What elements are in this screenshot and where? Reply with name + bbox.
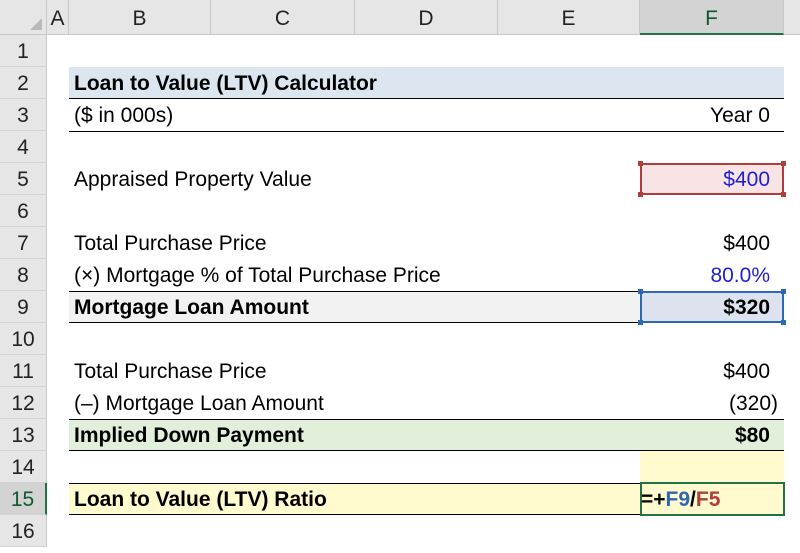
row-header-15[interactable]: 15 [0,483,47,515]
mortgage-amount-label[interactable]: Mortgage Loan Amount [74,291,309,323]
less-mortgage-label[interactable]: (–) Mortgage Loan Amount [74,387,324,419]
row-header-10[interactable]: 10 [0,323,47,355]
row-header-8[interactable]: 8 [0,259,47,291]
row-header-7[interactable]: 7 [0,227,47,259]
less-mortgage-value[interactable]: (320) [640,387,784,419]
row-header-5[interactable]: 5 [0,163,47,195]
column-header-a[interactable]: A [47,0,69,35]
row-header-14[interactable]: 14 [0,451,47,483]
row-header-1[interactable]: 1 [0,35,47,67]
down-payment-label[interactable]: Implied Down Payment [74,419,304,451]
appraised-value[interactable]: $400 [640,163,784,195]
row-header-16[interactable]: 16 [0,515,47,547]
formula-ref-f9[interactable]: F9 [666,488,691,511]
calculator-title[interactable]: Loan to Value (LTV) Calculator [74,67,377,99]
column-header-filler [784,0,800,35]
purchase-price-label-2[interactable]: Total Purchase Price [74,355,267,387]
row-header-3[interactable]: 3 [0,99,47,131]
ltv-spacer-cell[interactable] [640,451,784,483]
row-header-13[interactable]: 13 [0,419,47,451]
ltv-label[interactable]: Loan to Value (LTV) Ratio [74,483,327,515]
mortgage-amount-value[interactable]: $320 [640,291,784,323]
purchase-price-label[interactable]: Total Purchase Price [74,227,267,259]
column-header-b[interactable]: B [69,0,211,35]
mortgage-pct-label[interactable]: (×) Mortgage % of Total Purchase Price [74,259,441,291]
ltv-formula[interactable]: =+F9/F5 [641,483,720,515]
row-header-2[interactable]: 2 [0,67,47,99]
select-all-corner[interactable] [0,0,47,35]
period-header[interactable]: Year 0 [640,99,784,131]
row-header-4[interactable]: 4 [0,131,47,163]
appraised-value-label[interactable]: Appraised Property Value [74,163,312,195]
column-header-c[interactable]: C [211,0,355,35]
down-payment-value[interactable]: $80 [640,419,784,451]
column-header-e[interactable]: E [498,0,640,35]
purchase-price-value-2[interactable]: $400 [640,355,784,387]
column-header-d[interactable]: D [355,0,498,35]
row-header-6[interactable]: 6 [0,195,47,227]
units-label[interactable]: ($ in 000s) [74,99,173,131]
formula-ref-f5[interactable]: F5 [696,488,721,511]
mortgage-pct-value[interactable]: 80.0% [640,259,784,291]
purchase-price-value[interactable]: $400 [640,227,784,259]
row-header-9[interactable]: 9 [0,291,47,323]
select-all-triangle-icon [30,18,42,30]
row-header-12[interactable]: 12 [0,387,47,419]
formula-prefix: =+ [641,488,666,511]
header-underline [69,131,784,132]
column-header-f[interactable]: F [640,0,784,35]
row-header-11[interactable]: 11 [0,355,47,387]
